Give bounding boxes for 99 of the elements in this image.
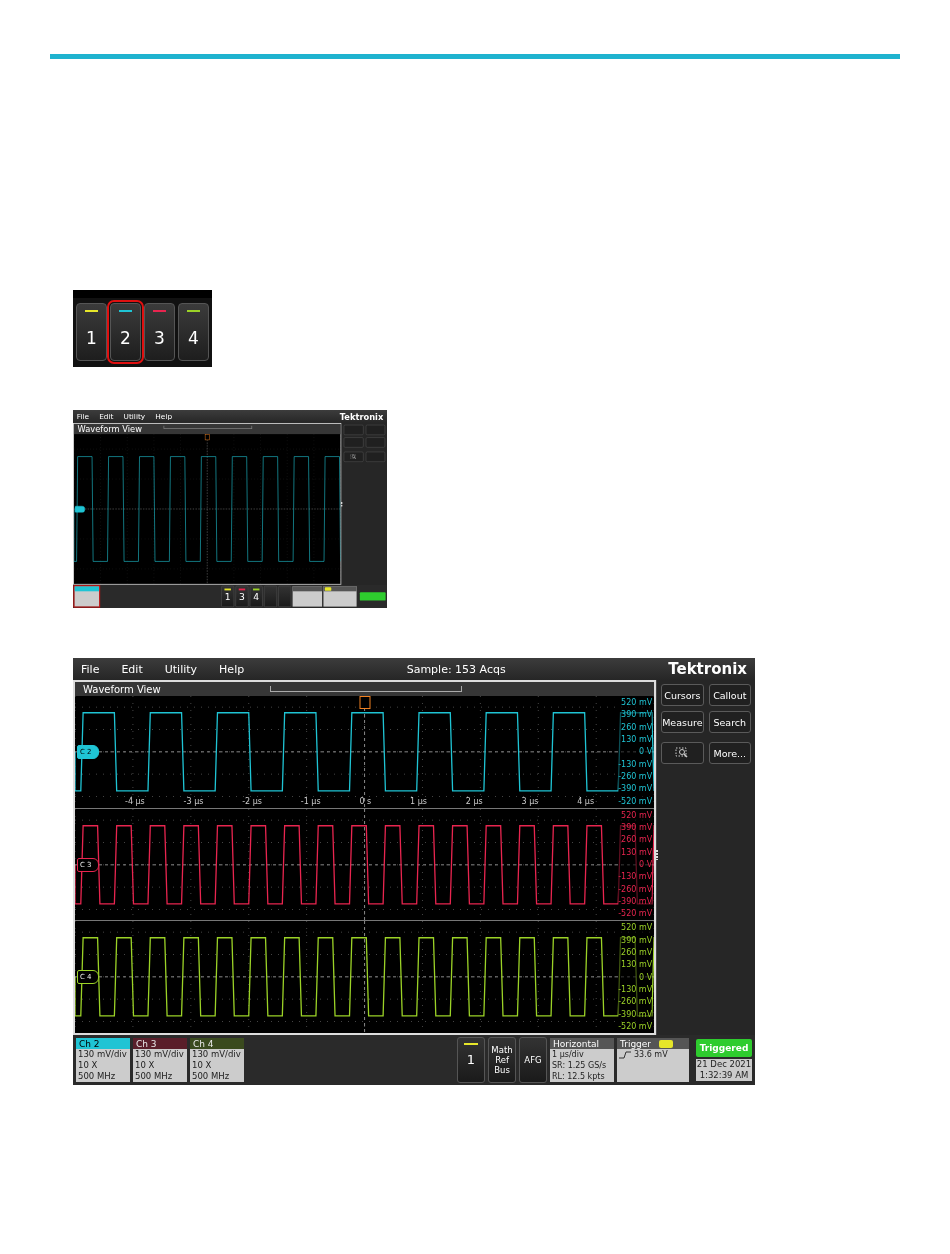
- source-tag-icon: [659, 1039, 674, 1048]
- axis-label: -520 mV: [618, 796, 653, 806]
- brand-logo: Tektronix: [668, 660, 747, 678]
- badge-title: Trigger: [620, 1038, 652, 1049]
- axis-label: -4 µs: [125, 796, 145, 806]
- menu-item[interactable]: Help: [219, 662, 245, 676]
- channel-key[interactable]: 3: [144, 303, 175, 361]
- trigger-marker-icon[interactable]: [359, 696, 371, 709]
- axis-label: -390 mV: [618, 1009, 653, 1019]
- axis-label: 4 µs: [577, 796, 595, 806]
- toolbar-button[interactable]: Search: [708, 711, 751, 733]
- view-title: Waveform View: [83, 683, 161, 695]
- badge-text: 1 µs/div: [552, 1049, 585, 1060]
- channel-badge[interactable]: Ch 2 130 mV/div 10 X 500 MHz: [76, 1038, 130, 1082]
- axis-label: 0 s: [359, 796, 372, 806]
- source-tag-icon: [324, 586, 332, 591]
- badge-text: 130 mV/div: [192, 1049, 242, 1060]
- badge-text: 10 X: [135, 1060, 156, 1071]
- trigger-marker-icon[interactable]: [204, 434, 210, 441]
- axis-label: -390 mV: [618, 896, 653, 906]
- channel-key[interactable]: 4: [178, 303, 209, 361]
- trigger-badge[interactable]: [323, 586, 357, 607]
- record-bar[interactable]: [270, 686, 462, 692]
- axis-label: 520 mV: [621, 810, 653, 820]
- badge-text: 500 MHz: [78, 1071, 117, 1082]
- badge-text: 10 X: [78, 1060, 99, 1071]
- toolbar-button[interactable]: More...: [708, 742, 751, 764]
- axis-label: 0 V: [639, 860, 653, 869]
- axis-label: 3 µs: [521, 796, 539, 806]
- menu-item[interactable]: Utility: [164, 662, 198, 676]
- resize-handle-icon[interactable]: [341, 501, 343, 507]
- axis-label: 520 mV: [621, 923, 653, 933]
- axis-label: -390 mV: [618, 784, 653, 794]
- menu-item[interactable]: File: [81, 662, 100, 676]
- tray-button[interactable]: Math Ref Bus: [488, 1037, 516, 1083]
- axis-label: 130 mV: [621, 847, 653, 857]
- menu-item[interactable]: Edit: [121, 662, 143, 676]
- brand-logo: Tektronix: [339, 411, 384, 422]
- toolbar-button[interactable]: Cursors: [661, 684, 704, 706]
- trigger-badge[interactable]: Trigger 33.6 mV: [617, 1038, 689, 1082]
- axis-label: 0 V: [639, 747, 653, 757]
- date-time: 21 Dec 2021: [696, 1059, 752, 1070]
- axis-label: -130 mV: [618, 985, 653, 994]
- axis-label: -260 mV: [618, 884, 653, 894]
- badge-text: 500 MHz: [192, 1071, 231, 1082]
- channel-key[interactable]: 1: [76, 303, 107, 361]
- badge-text: SR: 1.25 GS/s: [552, 1060, 608, 1071]
- axis-label: -520 mV: [618, 1021, 653, 1031]
- acquisition-count: Sample: 153 Acqs: [406, 662, 506, 676]
- channel-button[interactable]: 1: [221, 585, 235, 608]
- axis-label: 390 mV: [621, 710, 653, 720]
- axis-label: -130 mV: [618, 759, 653, 769]
- view-title: Waveform View: [77, 424, 142, 434]
- channel-button[interactable]: 3: [235, 585, 249, 608]
- tray-button[interactable]: [278, 585, 292, 608]
- channel-key[interactable]: 2: [110, 303, 141, 361]
- badge-text: 33.6 mV: [634, 1049, 668, 1060]
- axis-label: 0 V: [639, 972, 653, 982]
- rising-edge-icon: [619, 1050, 631, 1059]
- axis-label: -1 µs: [300, 796, 321, 806]
- badge-title: Ch 3: [136, 1038, 157, 1049]
- tray-button[interactable]: AFG: [519, 1037, 547, 1083]
- axis-label: 520 mV: [621, 698, 653, 707]
- axis-label: 390 mV: [621, 935, 653, 945]
- resize-handle-icon[interactable]: [655, 850, 659, 860]
- channel-button[interactable]: 4: [249, 585, 263, 608]
- axis-label: -3 µs: [183, 796, 204, 806]
- axis-label: 390 mV: [621, 823, 653, 832]
- date-time: 1:32:39 AM: [699, 1070, 749, 1081]
- badge-text: 500 MHz: [135, 1071, 174, 1082]
- axis-label: 260 mV: [621, 722, 653, 732]
- axis-label: -520 mV: [618, 909, 653, 919]
- channel-button[interactable]: 1: [457, 1037, 485, 1083]
- badge-text: RL: 12.5 kpts: [552, 1071, 606, 1082]
- toolbar-button[interactable]: Callout: [708, 684, 751, 706]
- horizontal-badge[interactable]: [292, 586, 323, 607]
- axis-label: 260 mV: [621, 948, 653, 957]
- axis-label: 1 µs: [410, 796, 427, 806]
- axis-label: 130 mV: [621, 960, 653, 970]
- horizontal-badge[interactable]: Horizontal 1 µs/div SR: 1.25 GS/s RL: 12.5 kpts: [550, 1038, 614, 1082]
- badge-text: 130 mV/div: [78, 1049, 128, 1060]
- axis-label: -260 mV: [618, 771, 653, 781]
- badge-title: Ch 2: [79, 1038, 100, 1049]
- axis-label: -260 mV: [618, 997, 653, 1007]
- zoom-icon[interactable]: [661, 742, 704, 764]
- badge-title: Ch 4: [193, 1038, 214, 1049]
- axis-label: 260 mV: [621, 835, 653, 845]
- axis-label: -130 mV: [618, 872, 653, 882]
- axis-label: 2 µs: [465, 796, 483, 806]
- badge-text: 10 X: [192, 1060, 213, 1071]
- zoom-icon[interactable]: [343, 451, 364, 462]
- channel-marker[interactable]: [74, 505, 85, 513]
- channel-badge[interactable]: Ch 3 130 mV/div 10 X 500 MHz: [133, 1038, 187, 1082]
- badge-text: 130 mV/div: [135, 1049, 185, 1060]
- badge-title: Horizontal: [553, 1038, 599, 1049]
- axis-label: -2 µs: [242, 796, 262, 806]
- axis-label: 130 mV: [621, 735, 653, 744]
- channel-badge[interactable]: Ch 4 130 mV/div 10 X 500 MHz: [190, 1038, 244, 1082]
- toolbar-button[interactable]: Measure: [661, 711, 704, 733]
